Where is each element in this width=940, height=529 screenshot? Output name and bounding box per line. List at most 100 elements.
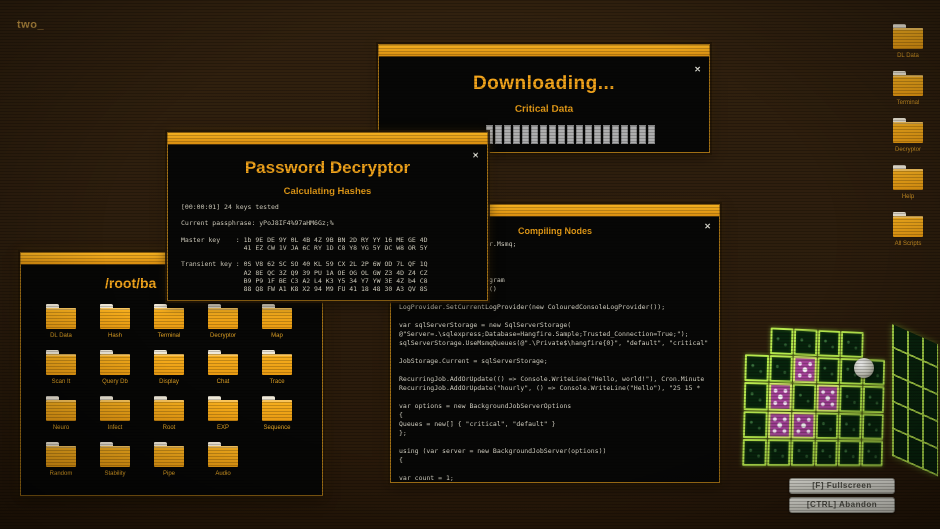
folder-icon [208, 442, 238, 467]
folder-icon [893, 24, 923, 49]
folder-item[interactable]: Chat [208, 350, 238, 387]
folder-icon [893, 118, 923, 143]
fullscreen-button[interactable]: [F] Fullscreen [789, 478, 895, 494]
folder-label: EXP [216, 425, 229, 431]
cube-front [742, 326, 886, 467]
folder-label: Infect [107, 425, 123, 431]
folder-item[interactable]: Scan It [46, 350, 76, 387]
folder-item[interactable]: EXP [208, 396, 238, 433]
folder-item[interactable]: Stability [100, 442, 130, 479]
cube-cell [837, 439, 861, 467]
folder-label: Sequence [263, 425, 291, 431]
folder-icon [893, 165, 923, 190]
close-icon[interactable]: ✕ [704, 223, 711, 231]
progress-segment [549, 125, 556, 144]
folder-item[interactable]: Pipe [154, 442, 184, 479]
desktop-icon[interactable]: Decryptor [880, 118, 936, 153]
cube-cell [814, 439, 838, 467]
decryptor-titlebar[interactable] [168, 133, 487, 145]
desktop-icon[interactable]: All Scripts [880, 212, 936, 247]
folder-icon [46, 350, 76, 375]
downloading-titlebar[interactable] [379, 45, 709, 57]
cube-cell [790, 439, 815, 467]
folder-label: Help [901, 194, 915, 200]
folder-item[interactable]: Display [154, 350, 184, 387]
progress-segment [522, 125, 529, 144]
progress-segment [648, 125, 655, 144]
cube-cell [815, 412, 839, 439]
cube-cell [838, 412, 862, 440]
folder-grid: DL Data Hash Terminal Decryptor Map Scan It Qu… [46, 304, 292, 479]
folder-item[interactable]: Neuro [46, 396, 76, 433]
progress-segment [630, 125, 637, 144]
cube-cell [816, 357, 840, 385]
folder-icon [100, 304, 130, 329]
cube-cell [817, 329, 841, 358]
decryptor-subtitle: Calculating Hashes [283, 186, 372, 197]
cube-side-face [892, 324, 938, 477]
cube-cell-infected [791, 411, 816, 439]
downloading-title: Downloading... [472, 73, 616, 94]
cube-cell-infected [815, 384, 839, 412]
decryptor-title: Password Decryptor [244, 158, 411, 177]
decryptor-output: [00:00:01] 24 keys tested Current passph… [181, 203, 428, 294]
cube-cell [744, 354, 769, 383]
folder-item[interactable]: Infect [100, 396, 130, 433]
cube-cell [839, 385, 862, 413]
folder-icon [262, 350, 292, 375]
game-desktop: two_ /root/ba DL Data Hash Terminal Decrypt… [0, 0, 940, 529]
folder-item[interactable]: Map [262, 304, 292, 341]
folder-label: Hash [107, 333, 122, 339]
file-browser-title: /root/ba [105, 275, 157, 291]
cube-cell [793, 328, 818, 357]
folder-item[interactable]: Root [154, 396, 184, 433]
folder-label: Query Db [102, 379, 128, 385]
desktop-icons: DL Data Terminal Decryptor Help All Scripts [880, 24, 936, 247]
folder-icon [208, 350, 238, 375]
folder-icon [154, 350, 184, 375]
cube-cell [768, 355, 793, 383]
cube-cell-infected [767, 411, 792, 439]
progress-segment [612, 125, 619, 144]
folder-label: Trace [269, 379, 285, 385]
progress-segment [603, 125, 610, 144]
folder-item[interactable]: Query Db [100, 350, 130, 387]
progress-segment [639, 125, 646, 144]
folder-label: Audio [215, 471, 231, 477]
cube-cell [769, 327, 794, 356]
folder-label: Decryptor [209, 333, 236, 339]
desktop-icon[interactable]: Help [880, 165, 936, 200]
progress-segment [504, 125, 511, 144]
folder-item[interactable]: Random [46, 442, 76, 479]
folder-item[interactable]: DL Data [46, 304, 76, 341]
desktop-icon[interactable]: DL Data [880, 24, 936, 59]
folder-label: Chat [216, 379, 230, 385]
folder-item[interactable]: Audio [208, 442, 238, 479]
voxel-cube [742, 310, 940, 482]
abandon-button[interactable]: [CTRL] Abandon [789, 497, 895, 513]
window-password-decryptor: Password Decryptor Calculating Hashes ✕ … [167, 132, 488, 301]
folder-icon [46, 442, 76, 467]
folder-item[interactable]: Terminal [154, 304, 184, 341]
folder-label: Display [159, 379, 179, 385]
folder-label: DL Data [50, 333, 72, 339]
progress-segment [585, 125, 592, 144]
terminal-prompt: two_ [17, 19, 45, 31]
hud-buttons: [F] Fullscreen [CTRL] Abandon [789, 478, 895, 516]
folder-icon [262, 396, 292, 421]
folder-label: Decryptor [894, 147, 921, 153]
cube-cell-infected [792, 356, 817, 384]
folder-item[interactable]: Trace [262, 350, 292, 387]
desktop-icon[interactable]: Terminal [880, 71, 936, 106]
progress-segment [621, 125, 628, 144]
folder-icon [100, 350, 130, 375]
folder-item[interactable]: Sequence [262, 396, 292, 433]
close-icon[interactable]: ✕ [472, 152, 479, 160]
folder-item[interactable]: Hash [100, 304, 130, 341]
folder-item[interactable]: Decryptor [208, 304, 238, 341]
cube-cell [860, 440, 884, 467]
download-progress-bar [486, 125, 655, 144]
cube-cell [766, 439, 791, 467]
close-icon[interactable]: ✕ [694, 66, 701, 74]
folder-label: DL Data [897, 53, 919, 59]
